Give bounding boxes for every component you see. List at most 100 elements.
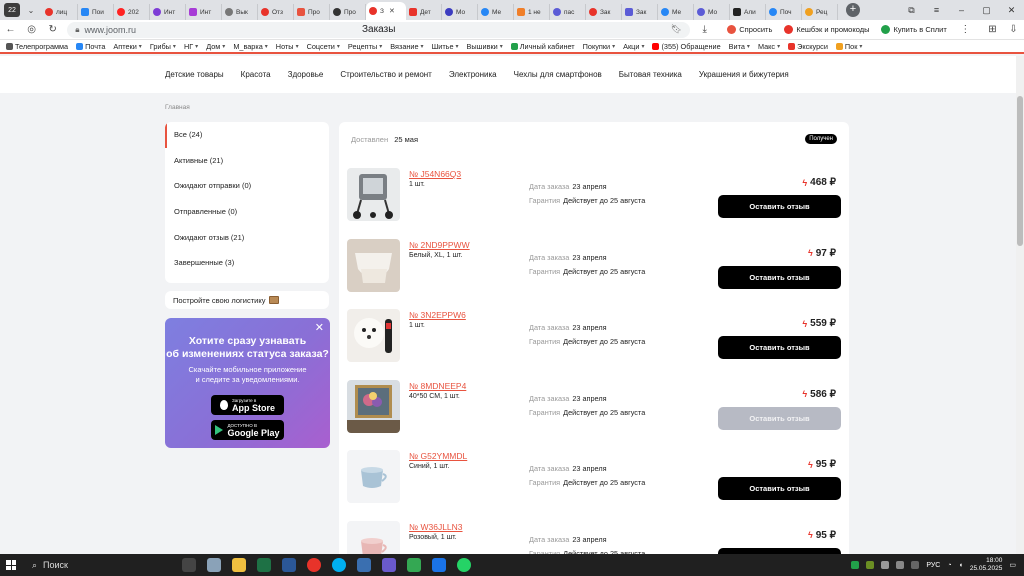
browser-tab[interactable]: пас [550, 4, 586, 20]
bookmark-item[interactable]: Почта [76, 42, 105, 51]
scrollbar-thumb[interactable] [1017, 96, 1023, 246]
order-filter-item[interactable]: Ожидают отправки (0) [165, 173, 329, 199]
bookmark-icon[interactable]: 🔖︎ [671, 24, 682, 35]
excel-icon[interactable] [257, 558, 271, 572]
close-icon[interactable]: ✕ [315, 321, 324, 334]
tab-search-icon[interactable]: ⧉ [899, 5, 924, 16]
collections-icon[interactable]: ⊞ [982, 24, 1003, 35]
order-filter-item[interactable]: Активные (21) [165, 148, 329, 174]
task-view-icon[interactable] [182, 558, 196, 572]
browser-tab[interactable]: З ✕ [366, 2, 406, 20]
breadcrumb[interactable]: Главная [165, 104, 190, 111]
browser-tab[interactable]: Зак [622, 4, 658, 20]
maximize-icon[interactable]: ▢ [974, 5, 999, 16]
order-filter-item[interactable]: Все (24) [165, 122, 329, 148]
order-number-link[interactable]: № 8MDNEEP4 [409, 381, 466, 391]
browser-tab[interactable]: Инт [150, 4, 186, 20]
leave-review-button[interactable]: Оставить отзыв [718, 195, 841, 218]
leave-review-button[interactable]: Оставить отзыв [718, 265, 841, 289]
bookmark-item[interactable]: Пок ▾ [835, 42, 862, 51]
tray-shield-icon[interactable] [866, 561, 875, 569]
back-arrow-icon[interactable]: ← [0, 24, 21, 35]
word-icon[interactable] [282, 558, 296, 572]
minimize-icon[interactable]: – [949, 5, 974, 15]
clock[interactable]: 18:00 25.05.2025 [970, 557, 1003, 573]
skype-icon[interactable] [332, 558, 346, 572]
bookmark-item[interactable]: Ноты ▾ [276, 42, 299, 51]
page-scrollbar[interactable] [1016, 56, 1024, 554]
category-link[interactable]: Строительство и ремонт [340, 70, 432, 79]
browser-tab[interactable]: Али [730, 4, 766, 20]
bookmark-item[interactable]: Телепрограмма [6, 42, 68, 51]
bookmark-item[interactable]: (355) Обращение [652, 42, 721, 51]
split-button[interactable]: Купить в Сплит [881, 25, 947, 34]
tray-sync-icon[interactable] [896, 561, 905, 569]
tray-app-icon[interactable] [851, 561, 860, 569]
leave-review-button[interactable]: Оставить отзыв [718, 336, 841, 359]
ask-button[interactable]: Спросить [727, 25, 772, 34]
taskbar-search[interactable]: ⌕ Поиск [22, 554, 122, 576]
bookmark-item[interactable]: Покупки ▾ [583, 42, 615, 51]
product-image[interactable] [347, 379, 400, 433]
calendar-icon[interactable] [432, 558, 446, 572]
browser-tab[interactable]: Пои [78, 4, 114, 20]
product-image[interactable] [347, 168, 400, 221]
bookmark-item[interactable]: Личный кабинет [510, 42, 575, 51]
browser-tab[interactable]: 1 не [514, 4, 550, 20]
weather-icon[interactable] [207, 558, 221, 572]
bookmark-item[interactable]: Акци ▾ [623, 42, 644, 51]
bookmark-item[interactable]: Рецепты ▾ [348, 42, 382, 51]
wifi-icon[interactable]: ◔ [947, 562, 951, 569]
product-image[interactable] [347, 309, 400, 362]
save-icon[interactable] [382, 558, 396, 572]
language-indicator[interactable]: РУС [926, 562, 940, 569]
download-arrow-icon[interactable]: ⇩ [1003, 24, 1024, 35]
product-image[interactable] [347, 520, 400, 554]
order-filter-item[interactable]: Завершенные (3) [165, 250, 329, 276]
category-link[interactable]: Электроника [449, 70, 497, 79]
bookmark-item[interactable]: Вязание ▾ [390, 42, 423, 51]
browser-tab[interactable]: Инт [186, 4, 222, 20]
category-link[interactable]: Украшения и бижутерия [699, 70, 789, 79]
browser-tab[interactable]: Поч [766, 4, 802, 20]
product-image[interactable] [347, 238, 400, 292]
close-icon[interactable]: ✕ [389, 7, 395, 15]
order-number-link[interactable]: № J54N66Q3 [409, 169, 461, 179]
browser-tab[interactable]: Мо [694, 4, 730, 20]
order-number-link[interactable]: № G52YMMDL [409, 451, 467, 461]
tray-cloud-icon[interactable] [881, 561, 890, 569]
browser-tab[interactable]: Вык [222, 4, 258, 20]
order-number-link[interactable]: № 2ND9PPWW [409, 240, 470, 250]
bookmark-item[interactable]: Макс ▾ [758, 42, 780, 51]
browser-tab[interactable]: Ме [478, 4, 514, 20]
bookmark-item[interactable]: Соцсети ▾ [307, 42, 340, 51]
category-link[interactable]: Детские товары [165, 70, 224, 79]
browser-tab[interactable]: 202 [114, 4, 150, 20]
google-play-button[interactable]: ДОСТУПНО В Google Play [211, 420, 284, 440]
browser-tab[interactable]: Дет [406, 4, 442, 20]
order-filter-item[interactable]: Отправленные (0) [165, 199, 329, 225]
calculator-icon[interactable] [357, 558, 371, 572]
browser-tab[interactable]: лиц [42, 4, 78, 20]
notifications-icon[interactable]: ▭ [1009, 561, 1016, 569]
tray-chevron-icon[interactable] [911, 561, 920, 569]
start-button[interactable] [0, 554, 22, 576]
new-tab-icon[interactable]: + [846, 3, 860, 17]
app-store-button[interactable]: Загрузите в App Store [211, 395, 284, 415]
browser-tab[interactable]: Зак [586, 4, 622, 20]
order-number-link[interactable]: № 3N2EPPW6 [409, 310, 466, 320]
bookmark-item[interactable]: Экскурси [788, 42, 828, 51]
bookmark-item[interactable]: Грибы ▾ [150, 42, 176, 51]
category-link[interactable]: Красота [241, 70, 271, 79]
bookmark-item[interactable]: Вышивки ▾ [467, 42, 503, 51]
url-field[interactable]: 🔒︎ www.joom.ru Заказы 🔖︎ [67, 21, 691, 38]
whatsapp-icon[interactable] [457, 558, 471, 572]
browser-tab[interactable]: Мо [442, 4, 478, 20]
browser-tab[interactable]: Рец [802, 4, 838, 20]
bookmark-item[interactable]: НГ ▾ [184, 42, 198, 51]
more-options-icon[interactable]: ⋮ [955, 24, 976, 35]
browser-tab[interactable]: Про [330, 4, 366, 20]
browser-tab[interactable]: Ме [658, 4, 694, 20]
tab-list-chevron-icon[interactable]: ⌄ [24, 6, 38, 15]
bookmark-item[interactable]: Вита ▾ [729, 42, 750, 51]
